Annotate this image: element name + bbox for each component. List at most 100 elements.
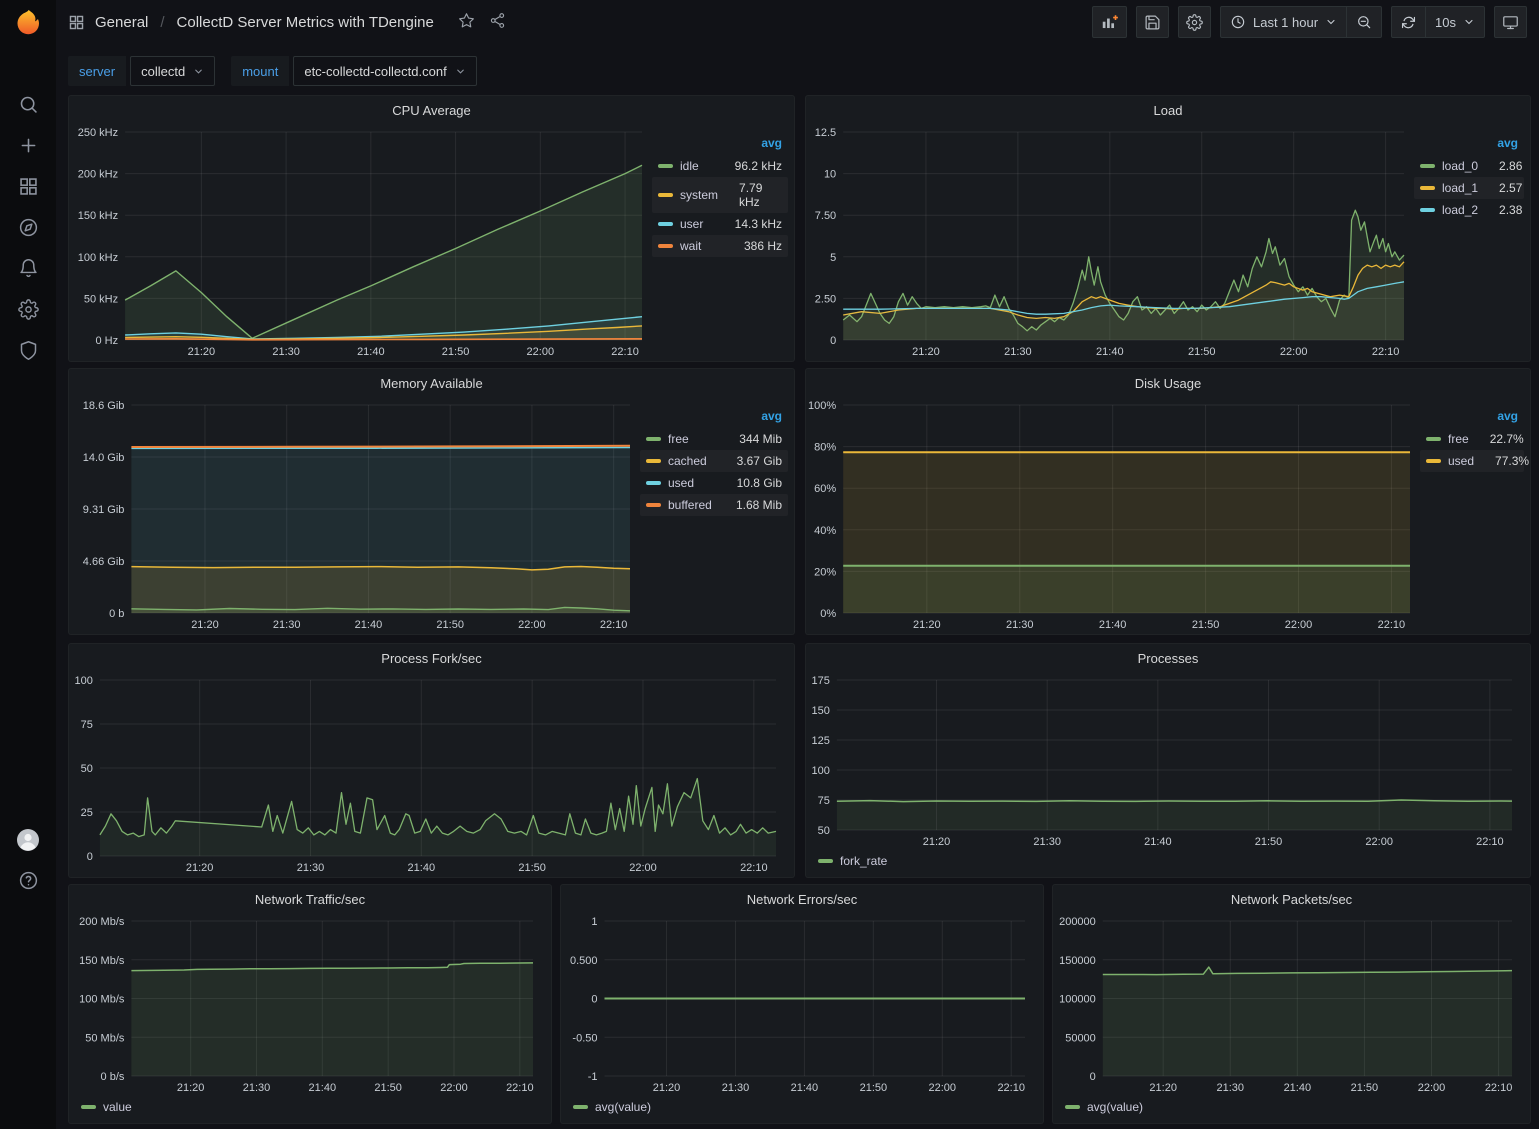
legend-item-idle[interactable]: idle96.2 kHz: [652, 155, 788, 177]
network-errors-chart[interactable]: -1-0.5000.500121:2021:3021:4021:5022:002…: [561, 913, 1043, 1097]
series-swatch: [1426, 459, 1441, 463]
panel-title[interactable]: Network Traffic/sec: [69, 885, 551, 913]
add-panel-button[interactable]: [1092, 6, 1127, 38]
save-dashboard-button[interactable]: [1136, 6, 1169, 38]
svg-text:0: 0: [830, 335, 836, 347]
legend-item-load_2[interactable]: load_22.38: [1414, 199, 1524, 221]
refresh-interval-picker[interactable]: 10s: [1425, 7, 1484, 37]
cycle-view-mode-button[interactable]: [1494, 6, 1527, 38]
series-swatch: [81, 1105, 96, 1109]
legend-item-user[interactable]: user14.3 kHz: [652, 213, 788, 235]
svg-text:21:30: 21:30: [272, 346, 300, 358]
dashboard-title[interactable]: CollectD Server Metrics with TDengine: [177, 14, 434, 31]
legend-item-system[interactable]: system7.79 kHz: [652, 177, 788, 213]
svg-text:21:40: 21:40: [408, 862, 436, 874]
svg-text:0.500: 0.500: [570, 955, 598, 967]
legend-item-load_1[interactable]: load_12.57: [1414, 177, 1524, 199]
series-label: system: [680, 188, 718, 202]
svg-text:21:20: 21:20: [913, 619, 941, 631]
panel-title[interactable]: Process Fork/sec: [69, 644, 794, 672]
panel-title[interactable]: Memory Available: [69, 369, 794, 397]
series-label: free: [668, 432, 689, 446]
svg-text:200000: 200000: [1059, 916, 1096, 928]
legend-item-wait[interactable]: wait386 Hz: [652, 235, 788, 257]
legend-item-buffered[interactable]: buffered1.68 Mib: [640, 494, 788, 516]
time-range-picker[interactable]: Last 1 hour: [1221, 7, 1346, 37]
zoom-out-button[interactable]: [1346, 7, 1381, 37]
network-packets-chart[interactable]: 05000010000015000020000021:2021:3021:402…: [1053, 913, 1530, 1097]
svg-text:22:00: 22:00: [1365, 836, 1393, 848]
svg-text:150000: 150000: [1059, 955, 1096, 967]
panel-network-packets: Network Packets/sec 05000010000015000020…: [1052, 884, 1531, 1124]
grafana-logo-icon[interactable]: [11, 6, 45, 40]
svg-text:21:40: 21:40: [1099, 619, 1127, 631]
series-swatch: [646, 503, 661, 507]
series-label: wait: [680, 239, 701, 253]
add-icon[interactable]: [16, 133, 40, 157]
panel-title[interactable]: Load: [806, 96, 1530, 124]
variable-mount-value-dropdown[interactable]: etc-collectd-collectd.conf: [293, 56, 476, 86]
process-fork-chart[interactable]: 025507510021:2021:3021:4021:5022:0022:10: [69, 672, 794, 877]
svg-text:22:10: 22:10: [600, 619, 628, 631]
help-icon[interactable]: [16, 868, 40, 892]
legend-item-used[interactable]: used10.8 Gib: [640, 472, 788, 494]
panel-title[interactable]: Network Packets/sec: [1053, 885, 1530, 913]
explore-compass-icon[interactable]: [16, 215, 40, 239]
panel-title[interactable]: CPU Average: [69, 96, 794, 124]
settings-gear-icon[interactable]: [16, 297, 40, 321]
svg-text:175: 175: [812, 675, 830, 687]
legend-header-avg[interactable]: avg: [652, 134, 788, 155]
svg-text:150: 150: [812, 705, 830, 717]
svg-text:10: 10: [824, 169, 836, 181]
search-icon[interactable]: [16, 92, 40, 116]
variable-server-value-dropdown[interactable]: collectd: [130, 56, 215, 86]
processes-chart[interactable]: 507510012515017521:2021:3021:4021:5022:0…: [806, 672, 1530, 851]
svg-text:100 Mb/s: 100 Mb/s: [79, 994, 125, 1006]
svg-text:250 kHz: 250 kHz: [78, 127, 118, 139]
svg-text:21:20: 21:20: [191, 619, 219, 631]
dashboards-icon[interactable]: [16, 174, 40, 198]
legend-header-avg[interactable]: avg: [640, 407, 788, 428]
series-label: load_0: [1442, 159, 1478, 173]
svg-text:21:20: 21:20: [923, 836, 951, 848]
dashboard-settings-button[interactable]: [1178, 6, 1211, 38]
favorite-star-icon[interactable]: [458, 12, 475, 33]
legend-item-cached[interactable]: cached3.67 Gib: [640, 450, 788, 472]
series-swatch: [646, 459, 661, 463]
svg-text:22:00: 22:00: [518, 619, 546, 631]
svg-text:60%: 60%: [814, 483, 836, 495]
svg-text:-1: -1: [588, 1071, 598, 1083]
panel-cpu-average: CPU Average 0 Hz50 kHz100 kHz150 kHz200 …: [68, 95, 795, 362]
svg-text:22:00: 22:00: [1285, 619, 1313, 631]
load-legend: avgload_02.86load_12.57load_22.38: [1414, 134, 1524, 221]
panel-title[interactable]: Processes: [806, 644, 1530, 672]
series-label: buffered: [668, 498, 712, 512]
svg-text:21:50: 21:50: [1351, 1082, 1379, 1094]
legend-item-used[interactable]: used77.3%: [1420, 450, 1524, 472]
breadcrumb-folder[interactable]: General: [95, 14, 148, 31]
share-icon[interactable]: [489, 12, 506, 33]
legend-header-avg[interactable]: avg: [1414, 134, 1524, 155]
panel-title[interactable]: Network Errors/sec: [561, 885, 1043, 913]
user-avatar[interactable]: [16, 828, 40, 852]
panel-title[interactable]: Disk Usage: [806, 369, 1530, 397]
svg-text:0: 0: [1090, 1071, 1096, 1083]
legend-item-load_0[interactable]: load_02.86: [1414, 155, 1524, 177]
series-label: value: [103, 1100, 132, 1114]
legend-header-avg[interactable]: avg: [1420, 407, 1524, 428]
alerting-bell-icon[interactable]: [16, 256, 40, 280]
variable-mount-label: mount: [231, 56, 289, 86]
network-traffic-chart[interactable]: 0 b/s50 Mb/s100 Mb/s150 Mb/s200 Mb/s21:2…: [69, 913, 551, 1097]
legend-item-value[interactable]: value: [81, 1100, 132, 1114]
legend-item-avg(value)[interactable]: avg(value): [573, 1100, 651, 1114]
top-navbar: General / CollectD Server Metrics with T…: [56, 0, 1539, 44]
series-avg-value: 2.57: [1485, 181, 1522, 195]
legend-item-fork_rate[interactable]: fork_rate: [818, 854, 887, 868]
svg-text:100: 100: [75, 675, 93, 687]
legend-item-free[interactable]: free22.7%: [1420, 428, 1524, 450]
refresh-button[interactable]: [1392, 7, 1425, 37]
legend-item-free[interactable]: free344 Mib: [640, 428, 788, 450]
server-admin-shield-icon[interactable]: [16, 338, 40, 362]
series-swatch: [573, 1105, 588, 1109]
legend-item-avg(value)[interactable]: avg(value): [1065, 1100, 1143, 1114]
